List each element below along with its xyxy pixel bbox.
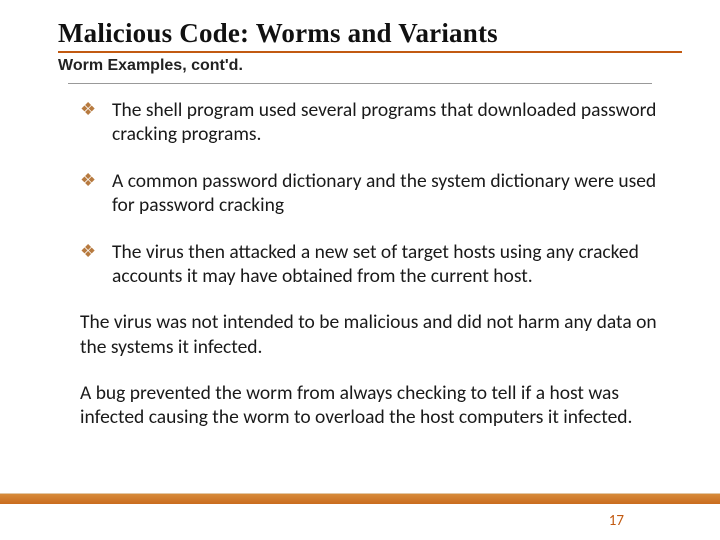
divider	[68, 83, 652, 84]
list-item: ❖ The virus then attacked a new set of t…	[80, 240, 682, 289]
slide-subtitle: Worm Examples, cont'd.	[58, 57, 682, 75]
diamond-icon: ❖	[80, 100, 98, 118]
diamond-icon: ❖	[80, 242, 98, 260]
list-item-text: A common password dictionary and the sys…	[112, 169, 656, 217]
footer-band	[0, 494, 720, 504]
diamond-icon: ❖	[80, 171, 98, 189]
body-paragraph: A bug prevented the worm from always che…	[80, 381, 680, 430]
slide-title: Malicious Code: Worms and Variants	[58, 18, 682, 53]
list-item: ❖ The shell program used several program…	[80, 98, 682, 147]
list-item-text: The virus then attacked a new set of tar…	[112, 240, 639, 288]
list-item-text: The shell program used several programs …	[112, 98, 656, 146]
body-paragraph: The virus was not intended to be malicio…	[80, 310, 680, 359]
slide: Malicious Code: Worms and Variants Worm …	[0, 0, 720, 540]
bullet-list: ❖ The shell program used several program…	[80, 98, 682, 288]
list-item: ❖ A common password dictionary and the s…	[80, 169, 682, 218]
page-number: 17	[609, 512, 624, 530]
